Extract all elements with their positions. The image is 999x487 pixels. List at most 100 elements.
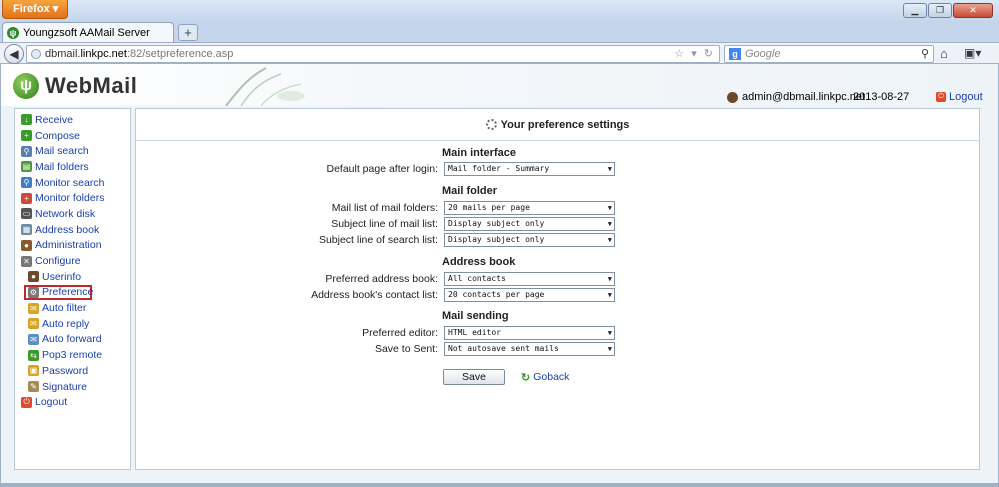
sidebar-item-compose[interactable]: + Compose <box>15 128 130 144</box>
tab-title: Youngzsoft AAMail Server <box>23 26 150 39</box>
default-page-select[interactable]: Mail folder - Summary ▼ <box>444 161 615 176</box>
goback-arrow-icon: ↻ <box>521 371 531 384</box>
logo-text: WebMail <box>45 73 138 98</box>
sidebar-item-configure[interactable]: ✕ Configure <box>15 253 130 269</box>
userinfo-icon: ● <box>28 271 39 283</box>
subject-mail-list-select[interactable]: Display subject only ▼ <box>444 216 615 231</box>
user-email: admin@dbmail.linkpc.net <box>742 91 866 103</box>
section-address-book: Address book <box>442 256 516 268</box>
sidebar-subitem-auto-forward[interactable]: ✉ Auto forward <box>15 332 130 348</box>
search-bar[interactable]: g Google ⚲ <box>724 45 934 63</box>
addressbook-icon: ▦ <box>21 224 32 236</box>
logo-icon: ψ <box>13 73 39 99</box>
panel-title: Your preference settings <box>136 109 979 141</box>
chevron-down-icon: ▼ <box>607 328 612 337</box>
minimize-button[interactable]: ▁ <box>903 3 927 18</box>
search-placeholder: Google <box>745 48 781 60</box>
preferred-address-book-label: Preferred address book: <box>325 272 438 285</box>
sidebar-subitem-auto-filter[interactable]: ✉ Auto filter <box>15 300 130 316</box>
bookmarks-menu-icon[interactable]: ▣▾ <box>964 46 981 60</box>
contact-list-select[interactable]: 20 contacts per page ▼ <box>444 287 615 302</box>
sidebar-item-receive[interactable]: ↓ Receive <box>15 112 130 128</box>
monitor-search-icon: ⚲ <box>21 177 32 189</box>
address-bar[interactable]: dbmail.linkpc.net:82/setpreference.asp ☆… <box>26 45 720 63</box>
favicon-icon: ψ <box>7 26 19 39</box>
subject-mail-list-label: Subject line of mail list: <box>331 217 438 230</box>
sidebar-item-logout[interactable]: ⏻ Logout <box>15 394 130 410</box>
window-controls: ▁ ❐ ✕ <box>903 3 993 18</box>
preferred-address-book-select[interactable]: All contacts ▼ <box>444 271 615 286</box>
new-tab-button[interactable]: + <box>178 24 198 41</box>
disk-icon: ▭ <box>21 208 32 220</box>
back-arrow-icon[interactable]: ◀ <box>4 44 24 64</box>
sidebar-subitem-pop3-remote[interactable]: ⇆ Pop3 remote <box>15 347 130 363</box>
mail-list-label: Mail list of mail folders: <box>331 201 438 214</box>
bookmark-star-icon[interactable]: ☆ ▾ ↻ <box>674 46 715 62</box>
preference-icon: ⚙ <box>28 286 39 298</box>
subject-search-list-select[interactable]: Display subject only ▼ <box>444 232 615 247</box>
chevron-down-icon: ▼ <box>607 219 612 228</box>
gear-icon <box>485 119 497 130</box>
close-button[interactable]: ✕ <box>953 3 993 18</box>
home-icon[interactable]: ⌂ <box>940 46 948 61</box>
navigation-bar: ◀ dbmail.linkpc.net:82/setpreference.asp… <box>0 42 999 64</box>
save-button[interactable]: Save <box>443 369 505 385</box>
chevron-down-icon: ▼ <box>607 344 612 353</box>
sidebar-item-mail-folders[interactable]: ▤ Mail folders <box>15 159 130 175</box>
row-contact-list: Address book's contact list: 20 contacts… <box>136 287 981 302</box>
window-bottom-border <box>0 483 999 487</box>
sidebar-subitem-auto-reply[interactable]: ✉ Auto reply <box>15 316 130 332</box>
sidebar-subitem-preference[interactable]: ⚙ Preference <box>24 284 93 301</box>
sidebar-subitem-signature[interactable]: ✎ Signature <box>15 379 130 395</box>
header-logout-link[interactable]: ⏻ Logout <box>936 91 983 103</box>
row-default-page: Default page after login: Mail folder - … <box>136 161 981 176</box>
goback-link[interactable]: ↻ Goback <box>521 371 569 384</box>
default-page-label: Default page after login: <box>326 162 439 175</box>
sidebar-item-monitor-folders[interactable]: + Monitor folders <box>15 190 130 206</box>
form-actions: Save ↻ Goback <box>443 369 569 385</box>
preferred-editor-label: Preferred editor: <box>362 326 438 339</box>
chevron-down-icon: ▼ <box>607 290 612 299</box>
reply-icon: ✉ <box>28 318 39 330</box>
webmail-header: ψ WebMail admin@dbmail.linkpc.net 2013-0… <box>1 64 998 106</box>
page-title: Your preference settings <box>500 118 630 131</box>
url-text: dbmail.linkpc.net:82/setpreference.asp <box>45 48 234 60</box>
password-icon: ▣ <box>28 365 39 377</box>
monitor-folders-icon: + <box>21 192 32 204</box>
sidebar: ↓ Receive + Compose ⚲ Mail search ▤ Mail fol… <box>14 108 131 470</box>
signature-icon: ✎ <box>28 381 39 393</box>
firefox-menu-button[interactable]: Firefox ▾ <box>2 0 68 19</box>
section-mail-folder: Mail folder <box>442 185 498 197</box>
browser-tab[interactable]: ψ Youngzsoft AAMail Server <box>2 22 174 42</box>
section-mail-sending: Mail sending <box>442 310 509 322</box>
save-to-sent-label: Save to Sent: <box>374 342 438 355</box>
sidebar-item-administration[interactable]: ● Administration <box>15 238 130 254</box>
window-titlebar: Firefox ▾ ▁ ❐ ✕ <box>0 0 999 22</box>
search-icon: ⚲ <box>21 145 32 157</box>
preference-panel: Your preference settings Main interface … <box>135 108 980 470</box>
webmail-page: ψ WebMail admin@dbmail.linkpc.net 2013-0… <box>0 64 999 483</box>
row-preferred-editor: Preferred editor: HTML editor ▼ <box>136 325 981 340</box>
row-subject-search-list: Subject line of search list: Display sub… <box>136 232 981 247</box>
globe-icon <box>31 49 41 59</box>
chevron-down-icon: ▼ <box>607 274 612 283</box>
contact-list-label: Address book's contact list: <box>311 288 438 301</box>
search-icon[interactable]: ⚲ <box>921 47 929 60</box>
maximize-button[interactable]: ❐ <box>928 3 952 18</box>
sidebar-subitem-password[interactable]: ▣ Password <box>15 363 130 379</box>
row-preferred-address-book: Preferred address book: All contacts ▼ <box>136 271 981 286</box>
mail-list-select[interactable]: 20 mails per page ▼ <box>444 200 615 215</box>
sidebar-item-network-disk[interactable]: ▭ Network disk <box>15 206 130 222</box>
sidebar-subitem-userinfo[interactable]: ● Userinfo <box>15 269 130 285</box>
sidebar-item-address-book[interactable]: ▦ Address book <box>15 222 130 238</box>
receive-icon: ↓ <box>21 114 32 126</box>
chevron-down-icon: ▼ <box>607 235 612 244</box>
sidebar-item-monitor-search[interactable]: ⚲ Monitor search <box>15 175 130 191</box>
save-to-sent-select[interactable]: Not autosave sent mails ▼ <box>444 341 615 356</box>
admin-icon: ● <box>21 239 32 251</box>
row-mail-list: Mail list of mail folders: 20 mails per … <box>136 200 981 215</box>
sidebar-item-mail-search[interactable]: ⚲ Mail search <box>15 143 130 159</box>
webmail-logo: ψ WebMail <box>13 73 137 99</box>
row-save-to-sent: Save to Sent: Not autosave sent mails ▼ <box>136 341 981 356</box>
preferred-editor-select[interactable]: HTML editor ▼ <box>444 325 615 340</box>
